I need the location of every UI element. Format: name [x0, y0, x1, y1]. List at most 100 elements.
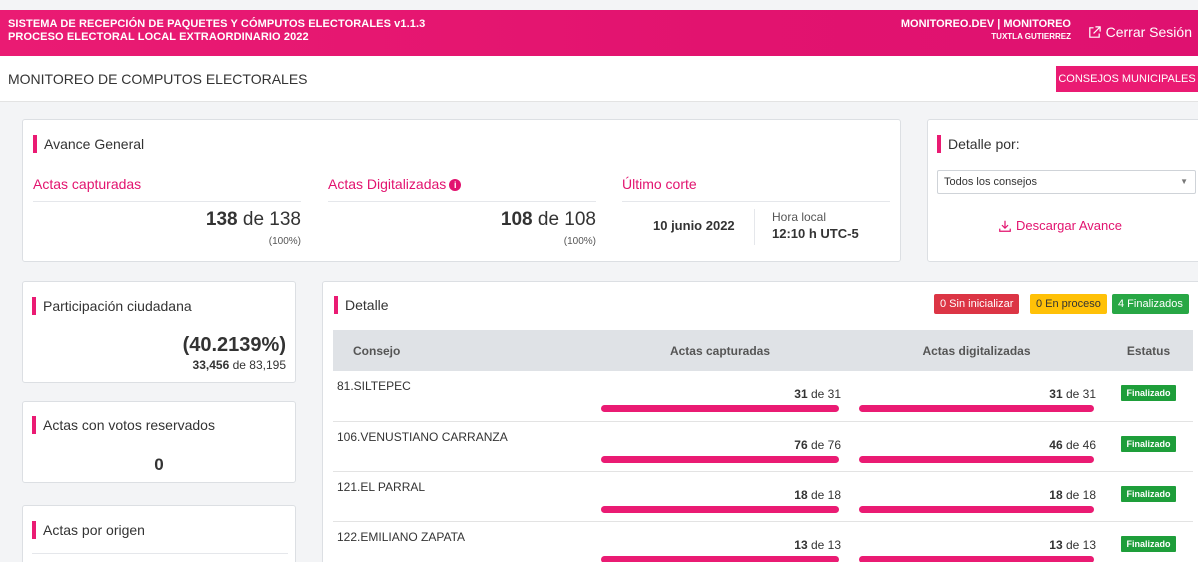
- progress-text: 18 de 18: [1049, 487, 1096, 502]
- badge-en-proceso[interactable]: 0 En proceso: [1030, 294, 1107, 314]
- votos-reservados-title: Actas con votos reservados: [32, 416, 215, 434]
- page-header: MONITOREO DE COMPUTOS ELECTORALES CONSEJ…: [0, 56, 1198, 102]
- progress-value: 13: [1049, 537, 1063, 552]
- votes-total: 83,195: [249, 358, 286, 372]
- cell-actas-digitalizadas: 13 de 13: [849, 521, 1104, 562]
- cell-consejo: 122.EMILIANO ZAPATA: [333, 521, 591, 562]
- cell-actas-digitalizadas: 31 de 31: [849, 371, 1104, 422]
- progress-bar: [601, 455, 839, 463]
- progress-value: 31: [1049, 387, 1063, 401]
- progress-text: 13 de 13: [794, 537, 841, 552]
- consejo-select[interactable]: Todos los consejos ▼: [937, 170, 1196, 194]
- download-label: Descargar Avance: [1016, 218, 1122, 233]
- column-header-actas-capturadas: Actas capturadas: [591, 330, 849, 371]
- votes-value: 33,456: [192, 358, 230, 372]
- progress-bar: [601, 405, 839, 412]
- top-bar: SISTEMA DE RECEPCIÓN DE PAQUETES Y CÓMPU…: [0, 10, 1198, 56]
- hora-local-label: Hora local: [772, 210, 827, 224]
- consejos-municipales-button[interactable]: CONSEJOS MUNICIPALES: [1056, 66, 1198, 92]
- progress-bar: [859, 555, 1094, 562]
- cell-actas-capturadas: 76 de 76: [591, 421, 849, 472]
- detalle-por-card: Detalle por: Todos los consejos ▼ Descar…: [927, 119, 1198, 262]
- progress-total: 13: [1082, 537, 1096, 552]
- progress-value: 18: [1049, 487, 1063, 502]
- progress-text: 31 de 31: [794, 387, 841, 401]
- progress-total: 31: [1082, 387, 1096, 401]
- consejo-name: 122.EMILIANO ZAPATA: [337, 529, 466, 544]
- digitized-of: de: [537, 209, 560, 230]
- captured-total: 138: [269, 209, 301, 230]
- user-location: TUXTLA GUTIERREZ: [991, 32, 1071, 41]
- cell-actas-capturadas: 13 de 13: [591, 521, 849, 562]
- progress-bar: [601, 505, 839, 513]
- user-name: MONITOREO.DEV | MONITOREO: [900, 18, 1071, 30]
- badge-finalizados[interactable]: 4 Finalizados: [1112, 294, 1189, 314]
- progress-value: 13: [794, 537, 808, 552]
- status-badge: Finalizado: [1121, 535, 1176, 552]
- progress-bar: [859, 505, 1094, 513]
- actas-origen-card: Actas por origen: [22, 505, 296, 562]
- logout-button[interactable]: Cerrar Sesión: [1087, 24, 1192, 40]
- votos-reservados-value: 0: [154, 455, 164, 474]
- table-row[interactable]: 121.EL PARRAL 18 de 18 18 de 18 Finaliza…: [333, 471, 1193, 522]
- cell-actas-digitalizadas: 46 de 46: [849, 421, 1104, 472]
- external-link-icon: [1088, 25, 1101, 38]
- download-icon: [999, 220, 1011, 232]
- cell-consejo: 121.EL PARRAL: [333, 471, 591, 522]
- progress-total: 46: [1082, 437, 1096, 452]
- progress-total: 18: [827, 487, 841, 502]
- progress-bar: [601, 555, 839, 562]
- avance-general-card: Avance General Actas capturadas 138 de 1…: [22, 119, 901, 262]
- system-name: SISTEMA DE RECEPCIÓN DE PAQUETES Y CÓMPU…: [8, 18, 426, 30]
- actas-digitalizadas-percent: (100%): [563, 236, 596, 247]
- progress-text: 18 de 18: [794, 487, 841, 502]
- actas-capturadas-count: 138 de 138: [33, 209, 301, 231]
- download-avance-link[interactable]: Descargar Avance: [998, 218, 1122, 233]
- column-header-actas-digitalizadas: Actas digitalizadas: [849, 330, 1104, 371]
- ultimo-corte-label: Último corte: [622, 176, 697, 192]
- status-badge: Finalizado: [1121, 385, 1176, 401]
- cell-actas-digitalizadas: 18 de 18: [849, 471, 1104, 522]
- consejo-name: 121.EL PARRAL: [337, 479, 426, 494]
- cell-estatus: Finalizado: [1104, 421, 1193, 472]
- column-header-consejo: Consejo: [333, 330, 591, 371]
- progress-value: 31: [794, 387, 808, 401]
- progress-total: 31: [827, 387, 841, 401]
- info-icon[interactable]: i: [449, 179, 462, 191]
- table-row[interactable]: 106.VENUSTIANO CARRANZA 76 de 76 46 de 4…: [333, 421, 1193, 472]
- status-badge: Finalizado: [1121, 435, 1176, 452]
- consejo-select-value: Todos los consejos: [944, 176, 1037, 188]
- progress-text: 46 de 46: [1049, 437, 1096, 452]
- detalle-title: Detalle: [334, 296, 389, 314]
- progress-total: 18: [1082, 487, 1096, 502]
- captured-value: 138: [205, 209, 238, 230]
- table-row[interactable]: 122.EMILIANO ZAPATA 13 de 13 13 de 13 Fi…: [333, 521, 1193, 562]
- progress-text: 13 de 13: [1049, 537, 1096, 552]
- chevron-down-icon: ▼: [1180, 177, 1188, 186]
- digitized-value: 108: [500, 209, 533, 230]
- avance-general-title: Avance General: [33, 135, 144, 153]
- column-header-estatus: Estatus: [1104, 330, 1193, 371]
- detalle-por-title: Detalle por:: [937, 135, 1020, 153]
- cell-consejo: 81.SILTEPEC: [333, 371, 591, 422]
- badge-sin-inicializar[interactable]: 0 Sin inicializar: [934, 294, 1020, 314]
- logout-label: Cerrar Sesión: [1105, 24, 1192, 40]
- actas-capturadas-percent: (100%): [268, 236, 301, 247]
- consejo-name: 106.VENUSTIANO CARRANZA: [337, 429, 508, 444]
- progress-total: 13: [827, 537, 841, 552]
- votos-reservados-card: Actas con votos reservados 0: [22, 401, 296, 483]
- progress-value: 76: [794, 437, 808, 452]
- participacion-votes: 33,456 de 83,195: [193, 358, 286, 372]
- process-name: PROCESO ELECTORAL LOCAL EXTRAORDINARIO 2…: [8, 31, 309, 43]
- progress-value: 18: [794, 487, 808, 502]
- progress-text: 76 de 76: [794, 437, 841, 452]
- table-row[interactable]: 81.SILTEPEC 31 de 31 31 de 31 Finalizado: [333, 371, 1193, 422]
- progress-bar: [859, 405, 1094, 412]
- participacion-percent: (40.2139%): [182, 334, 286, 356]
- divider: [32, 553, 288, 554]
- page-title: MONITOREO DE COMPUTOS ELECTORALES: [8, 71, 308, 87]
- progress-total: 76: [827, 437, 841, 452]
- vertical-divider: [754, 209, 755, 245]
- votes-of: de: [232, 358, 246, 372]
- digitized-total: 108: [564, 209, 596, 230]
